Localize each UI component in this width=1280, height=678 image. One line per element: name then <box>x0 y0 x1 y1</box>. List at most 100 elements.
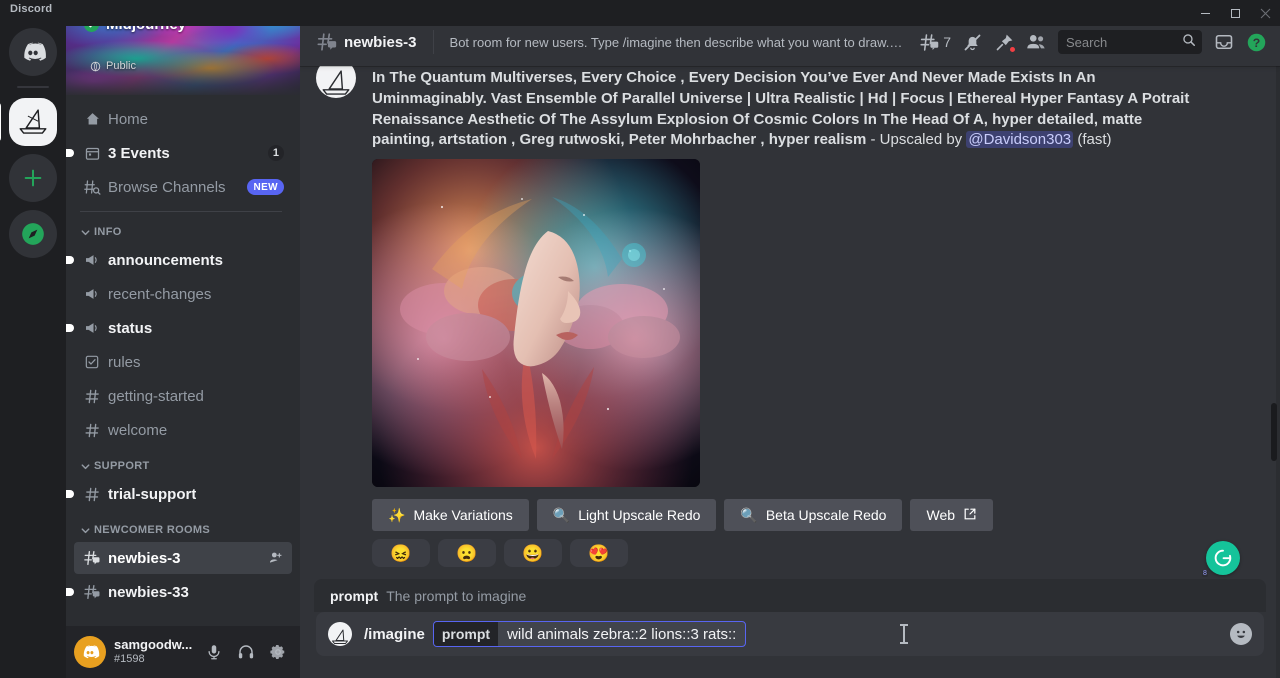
rules-icon <box>82 354 102 370</box>
web-button[interactable]: Web <box>910 499 993 531</box>
active-server-pill <box>0 102 1 142</box>
light-upscale-redo-button[interactable]: 🔍 Light Upscale Redo <box>537 499 717 531</box>
sidebar-item-trial-support[interactable]: trial-support <box>74 478 292 510</box>
button-label: Make Variations <box>413 507 512 523</box>
message-input[interactable]: /imagine prompt wild animals zebra::2 li… <box>316 612 1264 656</box>
rail-separator <box>17 86 49 88</box>
category-info[interactable]: INFO <box>66 220 300 244</box>
category-newcomer-rooms[interactable]: NEWCOMER ROOMS <box>66 518 300 542</box>
sidebar-item-label: recent-changes <box>108 286 211 303</box>
sidebar-item-label: newbies-33 <box>108 584 189 601</box>
sidebar-item-status[interactable]: status <box>74 312 292 344</box>
sidebar-item-label: trial-support <box>108 486 196 503</box>
microphone-icon[interactable] <box>200 638 228 666</box>
explore-servers-button[interactable] <box>9 210 57 258</box>
message-text: In The Quantum Multiverses, Every Choice… <box>372 66 1200 151</box>
sidebar-item-announcements[interactable]: announcements <box>74 244 292 276</box>
magnifier-icon: 🔍 <box>553 508 570 522</box>
calendar-icon <box>82 145 102 162</box>
frowning-face-reaction[interactable]: 😦 <box>438 539 496 567</box>
command-hint-description: The prompt to imagine <box>386 588 526 604</box>
speed-label: (fast) <box>1073 131 1111 148</box>
pin-icon[interactable] <box>988 26 1020 58</box>
category-support[interactable]: SUPPORT <box>66 454 300 478</box>
hash-icon <box>82 388 102 405</box>
button-label: Light Upscale Redo <box>578 507 700 523</box>
search-input[interactable]: Search <box>1058 30 1202 54</box>
sidebar-item-browse-channels[interactable]: Browse Channels NEW <box>74 171 292 203</box>
home-icon <box>82 111 102 128</box>
inbox-icon[interactable] <box>1208 26 1240 58</box>
command-argument-chip[interactable]: prompt wild animals zebra::2 lions::3 ra… <box>433 621 746 647</box>
threads-count: 7 <box>943 34 951 50</box>
message-scrollbar[interactable] <box>1270 114 1278 469</box>
button-label: Beta Upscale Redo <box>766 507 887 523</box>
compass-icon <box>20 221 46 247</box>
sidebar-item-events[interactable]: 3 Events 1 <box>74 137 292 169</box>
sidebar-item-midjourney-server[interactable] <box>9 98 57 146</box>
scrollbar-thumb[interactable] <box>1271 403 1277 461</box>
sidebar-item-newbies-33[interactable]: newbies-33 <box>74 576 292 608</box>
composer-area: prompt The prompt to imagine 8 /imagine … <box>300 579 1280 678</box>
unread-indicator <box>66 256 74 264</box>
avatar[interactable] <box>74 636 106 668</box>
reaction-bar: 😖 😦 😀 😍 <box>372 539 1264 567</box>
server-privacy: Public <box>90 60 136 72</box>
search-icon <box>1182 33 1196 52</box>
confounded-face-reaction[interactable]: 😖 <box>372 539 430 567</box>
sidebar-divider <box>80 211 282 212</box>
sidebar-item-label: announcements <box>108 252 223 269</box>
server-privacy-label: Public <box>106 60 136 72</box>
announcement-icon <box>82 251 102 269</box>
unread-indicator <box>66 588 74 596</box>
message-item: In The Quantum Multiverses, Every Choice… <box>300 66 1280 567</box>
unread-indicator <box>66 324 74 332</box>
sidebar-item-label: 3 Events <box>108 145 170 162</box>
search-placeholder: Search <box>1066 35 1182 50</box>
minimize-button[interactable] <box>1190 0 1220 26</box>
threads-icon[interactable]: 7 <box>914 26 956 58</box>
add-member-icon[interactable] <box>268 550 284 566</box>
emoji-picker-icon[interactable] <box>1230 623 1252 645</box>
heart-eyes-reaction[interactable]: 😍 <box>570 539 628 567</box>
announcement-icon <box>82 285 102 303</box>
avatar[interactable] <box>316 66 356 98</box>
channel-topic[interactable]: Bot room for new users. Type /imagine th… <box>450 35 905 50</box>
browse-channels-icon <box>82 178 102 196</box>
hash-icon <box>82 422 102 439</box>
sidebar-item-newbies-3[interactable]: newbies-3 <box>74 542 292 574</box>
upscaled-by-label: Upscaled by <box>880 131 967 148</box>
sidebar-item-getting-started[interactable]: getting-started <box>74 380 292 412</box>
maximize-button[interactable] <box>1220 0 1250 26</box>
headphones-icon[interactable] <box>232 638 260 666</box>
bot-avatar <box>328 622 352 646</box>
external-link-icon <box>963 507 977 524</box>
sidebar-item-label: rules <box>108 354 141 371</box>
argument-value[interactable]: wild animals zebra::2 lions::3 rats:: <box>498 626 745 643</box>
grinning-face-reaction[interactable]: 😀 <box>504 539 562 567</box>
category-label: NEWCOMER ROOMS <box>94 524 210 536</box>
generated-image[interactable] <box>372 159 700 487</box>
make-variations-button[interactable]: ✨ Make Variations <box>372 499 529 531</box>
sidebar-item-home[interactable]: Home <box>74 103 292 135</box>
grammarly-icon[interactable]: 8 <box>1206 541 1240 575</box>
main-content: newbies-3 Bot room for new users. Type /… <box>300 0 1280 678</box>
add-server-button[interactable] <box>9 154 57 202</box>
sidebar-item-welcome[interactable]: welcome <box>74 414 292 446</box>
sidebar-item-discord-home[interactable] <box>9 28 57 76</box>
dash-separator: - <box>866 131 879 148</box>
sidebar-item-recent-changes[interactable]: recent-changes <box>74 278 292 310</box>
close-button[interactable] <box>1250 0 1280 26</box>
unread-indicator <box>66 490 74 498</box>
members-icon[interactable] <box>1020 26 1052 58</box>
beta-upscale-redo-button[interactable]: 🔍 Beta Upscale Redo <box>724 499 902 531</box>
channel-sidebar: Midjourney Public Home <box>66 0 300 678</box>
user-identity[interactable]: samgoodw... #1598 <box>114 638 192 666</box>
help-icon[interactable]: ? <box>1240 26 1272 58</box>
magnifier-icon: 🔍 <box>740 508 757 522</box>
sidebar-item-label: status <box>108 320 152 337</box>
sidebar-item-rules[interactable]: rules <box>74 346 292 378</box>
gear-icon[interactable] <box>264 638 292 666</box>
user-mention[interactable]: @Davidson303 <box>966 131 1073 148</box>
notifications-off-icon[interactable] <box>956 26 988 58</box>
